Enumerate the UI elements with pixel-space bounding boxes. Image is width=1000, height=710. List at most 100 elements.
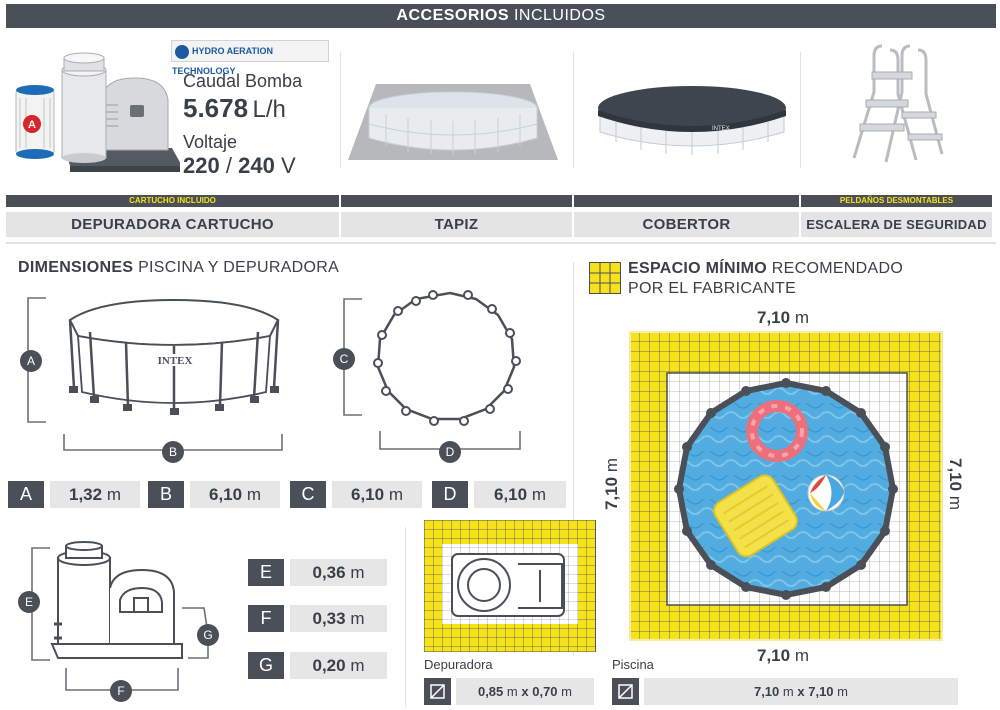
dim-value-a: 1,32 m — [50, 481, 140, 508]
separator — [573, 52, 574, 168]
dim-key-e: E — [248, 559, 284, 586]
dim-key-a: A — [8, 481, 44, 508]
pool-footprint-height: 7,10 — [808, 684, 834, 699]
footprint-icon — [612, 678, 639, 705]
space-bottom-dim: 7,10 m — [757, 646, 809, 666]
dim-a-number: 1,32 — [69, 485, 103, 504]
pool-footprint-label: Piscina — [612, 657, 654, 672]
accessory-label-pump: DEPURADORA CARTUCHO — [6, 212, 339, 237]
accessories-title-bold: ACCESORIOS — [396, 7, 509, 24]
accessory-tag-cloth — [341, 195, 572, 207]
pool-footprint-unit-1: m — [782, 684, 794, 699]
dimensions-title-bold: DIMENSIONES — [18, 259, 134, 276]
pump-illustration: A — [15, 52, 180, 172]
dimensions-title: DIMENSIONES PISCINA Y DEPURADORA — [18, 259, 339, 277]
dim-f-number: 0,33 — [312, 609, 346, 628]
hydro-aeration-badge: HYDRO AERATION TECHNOLOGY — [171, 40, 329, 76]
divider — [6, 242, 996, 244]
dim-marker-b: B — [162, 441, 184, 463]
dim-marker-a: A — [20, 350, 42, 372]
space-requirement-grid — [629, 331, 943, 641]
accessory-tag-pump: CARTUCHO INCLUIDO — [6, 195, 339, 207]
space-title-bold: ESPACIO MÍNIMO — [628, 260, 768, 277]
space-title-rest: RECOMENDADO — [767, 260, 904, 277]
voltage-value-2: 240 — [238, 153, 275, 178]
pump-footprint-height: 0,70 — [532, 684, 558, 699]
dim-key-d: D — [432, 481, 468, 508]
voltage-readout: 220 / 240 V — [183, 153, 296, 179]
ladder-illustration — [852, 44, 944, 163]
pool-cover-illustration: INTEX — [598, 86, 786, 155]
flow-unit: L/h — [252, 96, 286, 123]
dim-value-d: 6,10 m — [474, 481, 566, 508]
dim-key-g: G — [248, 652, 284, 679]
dim-key-c: C — [290, 481, 326, 508]
dim-key-b: B — [148, 481, 184, 508]
pool-side-view: INTEX — [27, 297, 283, 451]
space-bottom-value: 7,10 — [757, 646, 791, 665]
dim-d-number: 6,10 — [494, 485, 528, 504]
dim-marker-d: D — [439, 441, 461, 463]
flow-readout: 5.678 L/h — [183, 93, 286, 124]
dim-marker-f: F — [110, 680, 132, 702]
voltage-separator: / — [225, 153, 232, 178]
accessories-header: ACCESORIOS INCLUIDOS — [6, 4, 996, 28]
space-bottom-unit: m — [794, 646, 809, 665]
dim-f-unit: m — [350, 609, 365, 628]
space-left-unit: m — [602, 458, 621, 473]
separator — [340, 52, 341, 168]
pump-side-view — [31, 541, 209, 691]
space-top-value: 7,10 — [757, 308, 791, 327]
pool-footprint-times: x — [797, 684, 805, 699]
accessory-tag-ladder: PELDAÑOS DESMONTABLES — [801, 195, 992, 207]
dim-b-unit: m — [246, 485, 261, 504]
voltage-value: 220 — [183, 153, 220, 178]
accessory-label-cloth: TAPIZ — [341, 212, 572, 237]
space-top-dim: 7,10 m — [757, 308, 809, 328]
separator — [405, 527, 406, 707]
dim-g-unit: m — [350, 656, 365, 675]
space-left-dim: 7,10 m — [602, 449, 622, 519]
pool-footprint-value: 7,10 m x 7,10 m — [644, 678, 958, 705]
pool-logo: INTEX — [158, 355, 193, 367]
space-title-line2: POR EL FABRICANTE — [628, 280, 797, 297]
dim-value-b: 6,10 m — [190, 481, 280, 508]
space-title: ESPACIO MÍNIMO RECOMENDADO POR EL FABRIC… — [628, 259, 903, 299]
dimensions-title-rest: PISCINA Y DEPURADORA — [133, 259, 340, 276]
cover-logo: INTEX — [712, 126, 730, 132]
accessory-label-cover: COBERTOR — [574, 212, 799, 237]
ground-cloth-illustration — [348, 84, 558, 160]
voltage-label: Voltaje — [183, 132, 238, 152]
flow-label: Caudal Bomba — [183, 71, 303, 91]
accessories-title-rest: INCLUIDOS — [509, 7, 606, 24]
dim-c-unit: m — [388, 485, 403, 504]
pump-footprint-unit-2: m — [561, 684, 573, 699]
dim-value-e: 0,36 m — [290, 559, 387, 586]
dim-marker-g: G — [197, 624, 219, 646]
pool-footprint-width: 7,10 — [753, 684, 780, 699]
dim-e-unit: m — [350, 563, 365, 582]
footprint-icon — [424, 678, 451, 705]
pump-footprint-value: 0,85 m x 0,70 m — [456, 678, 594, 705]
hydro-logo-icon — [175, 44, 189, 59]
voltage-unit: V — [280, 153, 296, 178]
pump-footprint-label: Depuradora — [424, 657, 493, 672]
space-right-dim: 7,10 m — [945, 449, 965, 519]
cartridge-a-mark: A — [28, 119, 36, 131]
flow-value: 5.678 — [183, 93, 249, 123]
pump-footprint-grid — [424, 520, 596, 652]
dim-b-number: 6,10 — [209, 485, 243, 504]
separator — [800, 52, 801, 168]
dim-g-number: 0,20 — [312, 656, 346, 675]
dim-d-unit: m — [531, 485, 546, 504]
dim-key-f: F — [248, 605, 284, 632]
space-left-value: 7,10 — [602, 476, 621, 510]
dim-value-f: 0,33 m — [290, 605, 387, 632]
dim-marker-c: C — [333, 348, 355, 370]
dim-c-number: 6,10 — [351, 485, 385, 504]
accessory-label-ladder: ESCALERA DE SEGURIDAD — [801, 212, 992, 237]
dim-marker-e: E — [18, 591, 40, 613]
grid-legend-icon — [589, 262, 621, 294]
pump-footprint-unit-1: m — [506, 684, 518, 699]
space-right-unit: m — [946, 495, 965, 510]
